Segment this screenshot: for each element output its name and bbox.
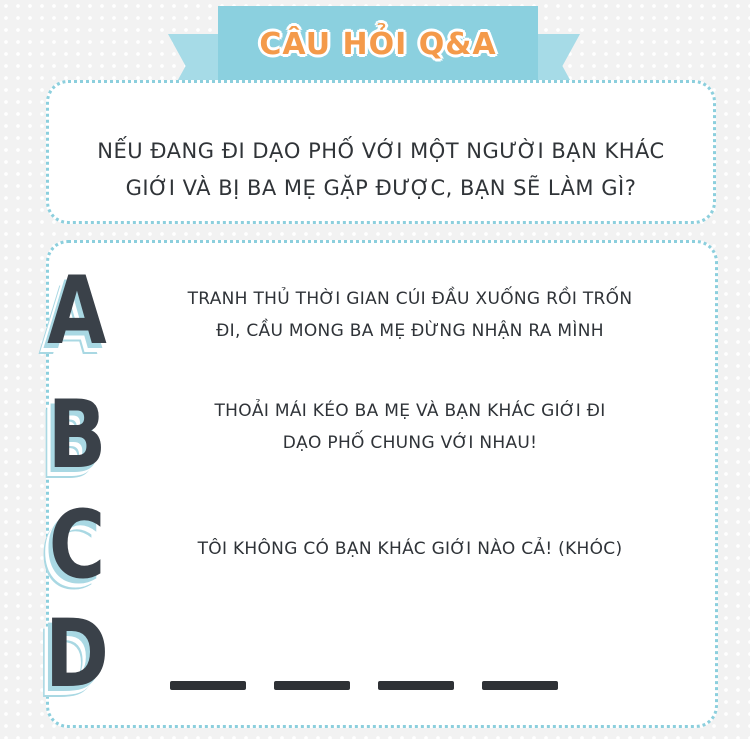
option-a-line-2: ĐI, CẦU MONG BA MẸ ĐỪNG NHẬN RA MÌNH — [216, 321, 604, 341]
banner-title: CÂU HỎI Q&A — [259, 26, 497, 62]
title-banner: CÂU HỎI Q&A — [218, 6, 538, 82]
option-letter-b: B — [47, 381, 107, 490]
question-line-2: GIỚI VÀ BỊ BA MẸ GẶP ĐƯỢC, BẠN SẼ LÀM GÌ… — [125, 176, 637, 200]
option-d-blank-4 — [482, 681, 558, 690]
question-line-1: NẾU ĐANG ĐI DẠO PHỐ VỚI MỘT NGƯỜI BẠN KH… — [97, 139, 665, 163]
option-letter-d: D — [45, 600, 110, 709]
option-b-line-2: DẠO PHỐ CHUNG VỚI NHAU! — [282, 433, 538, 453]
option-b-text[interactable]: THOẢI MÁI KÉO BA MẸ VÀ BẠN KHÁC GIỚI ĐI … — [150, 395, 670, 459]
option-a-text[interactable]: TRANH THỦ THỜI GIAN CÚI ĐẦU XUỐNG RỒI TR… — [150, 283, 670, 347]
question-text: NẾU ĐANG ĐI DẠO PHỐ VỚI MỘT NGƯỜI BẠN KH… — [49, 133, 713, 207]
option-letter-c: C — [48, 491, 106, 600]
option-c-line-1: TÔI KHÔNG CÓ BẠN KHÁC GIỚI NÀO CẢ! (KHÓC… — [197, 539, 623, 559]
option-d-blank-2 — [274, 681, 350, 690]
option-d-blank-3 — [378, 681, 454, 690]
option-letter-a: A — [47, 257, 107, 366]
question-card: NẾU ĐANG ĐI DẠO PHỐ VỚI MỘT NGƯỜI BẠN KH… — [46, 80, 716, 224]
option-d-blank-1 — [170, 681, 246, 690]
option-b-line-1: THOẢI MÁI KÉO BA MẸ VÀ BẠN KHÁC GIỚI ĐI — [214, 401, 606, 421]
option-a-line-1: TRANH THỦ THỜI GIAN CÚI ĐẦU XUỐNG RỒI TR… — [187, 289, 633, 309]
option-c-text[interactable]: TÔI KHÔNG CÓ BẠN KHÁC GIỚI NÀO CẢ! (KHÓC… — [150, 533, 670, 565]
